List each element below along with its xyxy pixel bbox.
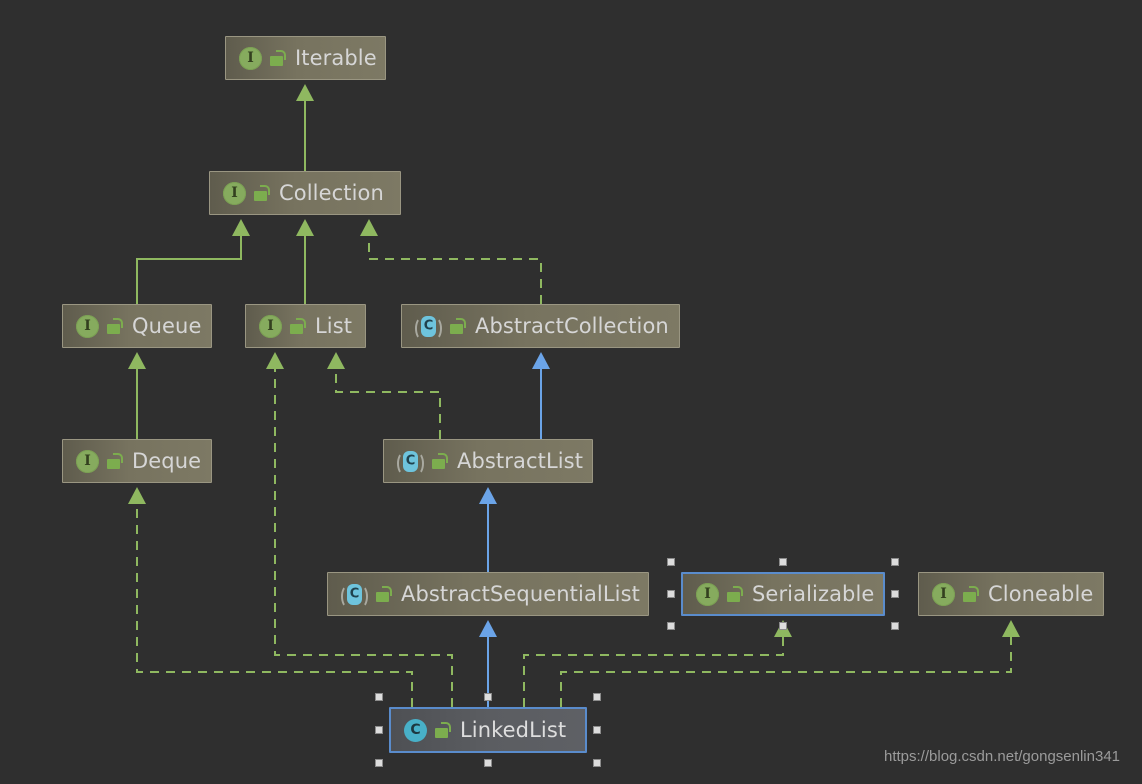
edge-abstractlist-to-list	[335, 368, 441, 439]
unlocked-padlock-icon	[107, 318, 123, 334]
class-icon	[404, 718, 427, 742]
uml-node-collection[interactable]: Collection	[209, 171, 401, 215]
abstract-class-icon	[415, 315, 442, 340]
unlocked-padlock-icon	[254, 185, 270, 201]
handle-bottom-right-linkedlist[interactable]	[593, 759, 601, 767]
abstract-paren-right	[429, 316, 442, 340]
padlock-body	[376, 592, 389, 602]
handle-middle-left-linkedlist[interactable]	[375, 726, 383, 734]
interface-icon	[239, 46, 262, 70]
arrowhead	[1002, 620, 1020, 637]
uml-node-linkedlist[interactable]: LinkedList	[389, 707, 587, 753]
unlocked-padlock-icon	[963, 586, 979, 602]
padlock-body	[450, 324, 463, 334]
uml-node-queue[interactable]: Queue	[62, 304, 212, 348]
arrowhead	[232, 219, 250, 236]
uml-node-serializable[interactable]: Serializable	[681, 572, 885, 616]
abstract-paren-right	[355, 584, 368, 608]
handle-top-left-linkedlist[interactable]	[375, 693, 383, 701]
interface-icon	[223, 181, 246, 205]
uml-node-label: List	[315, 314, 353, 338]
handle-bottom-center-serializable[interactable]	[779, 622, 787, 630]
padlock-body	[254, 191, 267, 201]
handle-bottom-center-linkedlist[interactable]	[484, 759, 492, 767]
handle-top-right-linkedlist[interactable]	[593, 693, 601, 701]
uml-node-label: Deque	[132, 449, 202, 473]
handle-middle-right-linkedlist[interactable]	[593, 726, 601, 734]
uml-diagram-canvas[interactable]: Iterable Collection Queue List AbstractColle…	[0, 0, 1142, 784]
padlock-body	[727, 592, 740, 602]
arrowhead	[296, 219, 314, 236]
interface-icon	[696, 582, 719, 606]
arrowhead	[128, 487, 146, 504]
padlock-body	[107, 324, 120, 334]
edge-layer	[128, 84, 1020, 707]
handle-bottom-right-serializable[interactable]	[891, 622, 899, 630]
interface-icon	[259, 314, 282, 338]
uml-node-label: LinkedList	[460, 718, 567, 742]
uml-node-deque[interactable]: Deque	[62, 439, 212, 483]
arrowhead	[128, 352, 146, 369]
handle-bottom-left-serializable[interactable]	[667, 622, 675, 630]
handle-top-right-serializable[interactable]	[891, 558, 899, 566]
uml-node-abstractsequentiallist[interactable]: AbstractSequentialList	[327, 572, 649, 616]
abstract-class-icon	[341, 583, 368, 608]
abstract-paren-right	[411, 451, 424, 475]
arrowhead	[327, 352, 345, 369]
uml-node-cloneable[interactable]: Cloneable	[918, 572, 1104, 616]
uml-node-list[interactable]: List	[245, 304, 366, 348]
uml-node-abstractlist[interactable]: AbstractList	[383, 439, 593, 483]
handle-bottom-left-linkedlist[interactable]	[375, 759, 383, 767]
interface-icon	[76, 449, 99, 473]
arrowhead	[479, 487, 497, 504]
edge-linkedlist-to-serializable	[523, 636, 784, 707]
uml-node-label: Cloneable	[988, 582, 1094, 606]
padlock-body	[435, 728, 448, 738]
padlock-body	[107, 459, 120, 469]
abstract-class-icon	[397, 450, 424, 475]
uml-node-label: AbstractList	[457, 449, 584, 473]
unlocked-padlock-icon	[107, 453, 123, 469]
padlock-body	[432, 459, 445, 469]
uml-node-iterable[interactable]: Iterable	[225, 36, 386, 80]
handle-middle-left-serializable[interactable]	[667, 590, 675, 598]
padlock-body	[270, 56, 283, 66]
interface-icon	[76, 314, 99, 338]
arrowhead	[266, 352, 284, 369]
uml-node-abstractcollection[interactable]: AbstractCollection	[401, 304, 680, 348]
unlocked-padlock-icon	[435, 722, 451, 738]
handle-top-center-linkedlist[interactable]	[484, 693, 492, 701]
uml-node-label: Serializable	[752, 582, 875, 606]
edge-linkedlist-to-list	[274, 368, 453, 707]
padlock-body	[963, 592, 976, 602]
edge-queue-to-collection	[136, 235, 242, 304]
uml-node-label: AbstractCollection	[475, 314, 669, 338]
unlocked-padlock-icon	[376, 586, 392, 602]
unlocked-padlock-icon	[727, 586, 743, 602]
unlocked-padlock-icon	[432, 453, 448, 469]
edge-abstractcollection-to-collection	[368, 235, 542, 304]
arrowhead	[296, 84, 314, 101]
uml-node-label: Collection	[279, 181, 384, 205]
unlocked-padlock-icon	[270, 50, 286, 66]
arrowhead	[479, 620, 497, 637]
uml-node-label: Iterable	[295, 46, 377, 70]
unlocked-padlock-icon	[290, 318, 306, 334]
arrowhead	[360, 219, 378, 236]
unlocked-padlock-icon	[450, 318, 466, 334]
interface-icon	[932, 582, 955, 606]
watermark-text: https://blog.csdn.net/gongsenlin341	[884, 748, 1121, 765]
edge-linkedlist-to-cloneable	[560, 636, 1012, 707]
handle-top-center-serializable[interactable]	[779, 558, 787, 566]
arrowhead	[532, 352, 550, 369]
uml-node-label: AbstractSequentialList	[401, 582, 640, 606]
handle-middle-right-serializable[interactable]	[891, 590, 899, 598]
handle-top-left-serializable[interactable]	[667, 558, 675, 566]
uml-node-label: Queue	[132, 314, 202, 338]
padlock-body	[290, 324, 303, 334]
